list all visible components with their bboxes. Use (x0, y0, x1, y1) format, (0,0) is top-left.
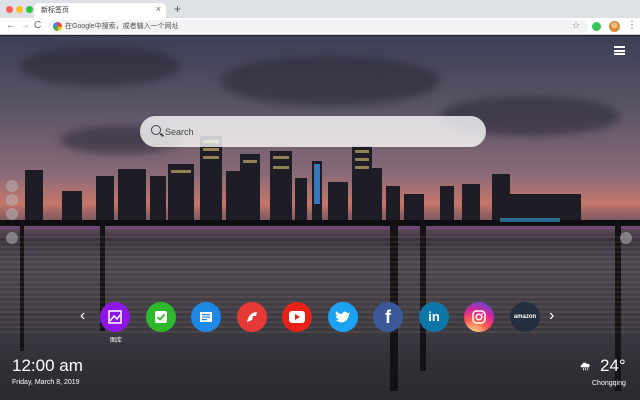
weather-city: Chongqing (592, 380, 626, 387)
shortcut-instagram[interactable] (464, 302, 494, 332)
check-icon (155, 311, 167, 323)
weather-temperature: 24° (600, 356, 626, 375)
twitter-icon (335, 311, 350, 323)
clock-time: 12:00 am (12, 356, 83, 375)
shortcut-linkedin[interactable]: in (419, 302, 449, 332)
game-icon (247, 312, 257, 322)
shortcut-twitter[interactable] (328, 302, 358, 332)
shortcut-amazon[interactable]: amazon (510, 302, 540, 332)
forward-button[interactable]: → (20, 19, 30, 33)
notes-icon (200, 312, 212, 322)
shortcut-tasks[interactable] (146, 302, 176, 332)
address-bar[interactable]: 在Google中搜索，或者输入一个网址 (48, 20, 588, 33)
side-widget-icon[interactable] (6, 232, 18, 244)
shortcuts-next-icon[interactable]: › (549, 307, 554, 325)
browser-menu-icon[interactable]: ⋮ (627, 19, 637, 33)
tab-new-tab[interactable]: 新标签页 × (34, 3, 166, 18)
browser-toolbar: ← → C 在Google中搜索，或者输入一个网址 ☆ ⋮ (0, 18, 640, 35)
shortcut-youtube[interactable] (282, 302, 312, 332)
shortcut-label-gallery: 图库 (109, 338, 122, 344)
instagram-icon (472, 310, 486, 324)
minimize-window-button[interactable] (16, 6, 23, 13)
clock-date: Friday, March 8, 2019 (12, 379, 80, 386)
menu-icon[interactable] (614, 46, 625, 55)
profile-avatar-icon[interactable] (609, 21, 620, 32)
shortcut-notes[interactable] (191, 302, 221, 332)
youtube-icon (289, 311, 305, 323)
close-window-button[interactable] (6, 6, 13, 13)
bookmark-star-icon[interactable]: ☆ (572, 19, 580, 31)
shortcut-gallery[interactable] (100, 302, 130, 332)
address-bar-placeholder: 在Google中搜索，或者输入一个网址 (65, 23, 179, 30)
tab-strip: 新标签页 × + (0, 0, 640, 18)
extension-icon[interactable] (592, 22, 601, 31)
maximize-window-button[interactable] (26, 6, 33, 13)
search-icon (151, 125, 161, 135)
side-widget-icon[interactable] (6, 180, 18, 192)
search-input[interactable] (165, 116, 475, 147)
gallery-icon (108, 310, 122, 324)
shortcut-game[interactable] (237, 302, 267, 332)
facebook-icon: f (385, 307, 391, 327)
new-tab-button[interactable]: + (174, 2, 181, 16)
shortcuts-prev-icon[interactable]: ‹ (80, 307, 85, 325)
google-icon (53, 22, 62, 31)
shortcut-facebook[interactable]: f (373, 302, 403, 332)
side-widget-icon[interactable] (620, 232, 632, 244)
linkedin-icon: in (428, 309, 440, 324)
tab-title: 新标签页 (41, 7, 69, 14)
city-skyline-background (0, 136, 640, 391)
back-button[interactable]: ← (6, 19, 16, 33)
water-reflection (0, 236, 640, 336)
side-widget-icon[interactable] (6, 208, 18, 220)
reload-button[interactable]: C (34, 19, 41, 33)
amazon-icon: amazon (513, 314, 537, 320)
tab-close-icon[interactable]: × (156, 4, 161, 15)
cloud-rain-icon (580, 362, 590, 371)
new-tab-page: ‹ › f in amazon 图库 12:00 am Friday, Marc… (0, 36, 640, 400)
side-widget-icon[interactable] (6, 194, 18, 206)
search-bar[interactable] (140, 116, 486, 147)
